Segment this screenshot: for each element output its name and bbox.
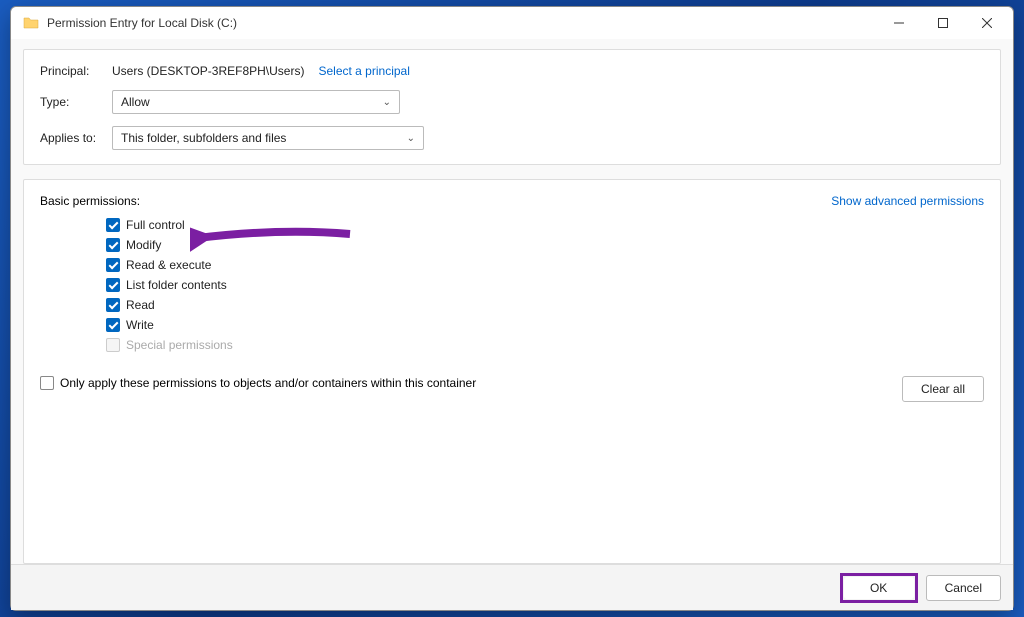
dialog-window: Permission Entry for Local Disk (C:) Pri… xyxy=(10,6,1014,611)
header-panel: Principal: Users (DESKTOP-3REF8PH\Users)… xyxy=(23,49,1001,165)
maximize-button[interactable] xyxy=(921,8,965,38)
content-area: Principal: Users (DESKTOP-3REF8PH\Users)… xyxy=(11,39,1013,564)
only-apply-label: Only apply these permissions to objects … xyxy=(60,376,476,390)
principal-label: Principal: xyxy=(40,64,112,78)
ok-highlight-annotation: OK xyxy=(840,573,918,603)
permission-label: List folder contents xyxy=(126,278,227,292)
permission-item: Write xyxy=(106,318,984,332)
type-value: Allow xyxy=(121,95,150,109)
permission-label: Modify xyxy=(126,238,161,252)
permission-label: Write xyxy=(126,318,154,332)
permission-item: Read xyxy=(106,298,984,312)
permission-label: Read xyxy=(126,298,155,312)
permission-item: Special permissions xyxy=(106,338,984,352)
permissions-list: Full control Modify Read & execute List fol… xyxy=(106,218,984,358)
permission-checkbox[interactable] xyxy=(106,218,120,232)
applies-to-select[interactable]: This folder, subfolders and files ⌄ xyxy=(112,126,424,150)
titlebar: Permission Entry for Local Disk (C:) xyxy=(11,7,1013,39)
permission-checkbox[interactable] xyxy=(106,238,120,252)
permission-label: Full control xyxy=(126,218,185,232)
permission-label: Special permissions xyxy=(126,338,233,352)
permission-item: Full control xyxy=(106,218,984,232)
basic-permissions-label: Basic permissions: xyxy=(40,194,140,208)
type-select[interactable]: Allow ⌄ xyxy=(112,90,400,114)
footer: OK Cancel xyxy=(11,564,1013,610)
permission-item: List folder contents xyxy=(106,278,984,292)
cancel-button[interactable]: Cancel xyxy=(926,575,1001,601)
applies-to-value: This folder, subfolders and files xyxy=(121,131,286,145)
type-label: Type: xyxy=(40,95,112,109)
permission-item: Modify xyxy=(106,238,984,252)
principal-value: Users (DESKTOP-3REF8PH\Users) xyxy=(112,64,304,78)
permission-label: Read & execute xyxy=(126,258,211,272)
permission-checkbox[interactable] xyxy=(106,258,120,272)
chevron-down-icon: ⌄ xyxy=(383,97,391,108)
minimize-button[interactable] xyxy=(877,8,921,38)
close-button[interactable] xyxy=(965,8,1009,38)
permission-checkbox[interactable] xyxy=(106,318,120,332)
chevron-down-icon: ⌄ xyxy=(407,133,415,144)
ok-button[interactable]: OK xyxy=(844,577,914,599)
select-principal-link[interactable]: Select a principal xyxy=(318,64,409,78)
only-apply-checkbox[interactable] xyxy=(40,376,54,390)
show-advanced-permissions-link[interactable]: Show advanced permissions xyxy=(831,194,984,208)
permission-checkbox[interactable] xyxy=(106,298,120,312)
folder-icon xyxy=(23,15,39,31)
permission-checkbox[interactable] xyxy=(106,278,120,292)
clear-all-button[interactable]: Clear all xyxy=(902,376,984,402)
permissions-panel: Basic permissions: Show advanced permiss… xyxy=(23,179,1001,564)
applies-to-label: Applies to: xyxy=(40,131,112,145)
permission-checkbox xyxy=(106,338,120,352)
window-title: Permission Entry for Local Disk (C:) xyxy=(47,16,877,30)
permission-item: Read & execute xyxy=(106,258,984,272)
